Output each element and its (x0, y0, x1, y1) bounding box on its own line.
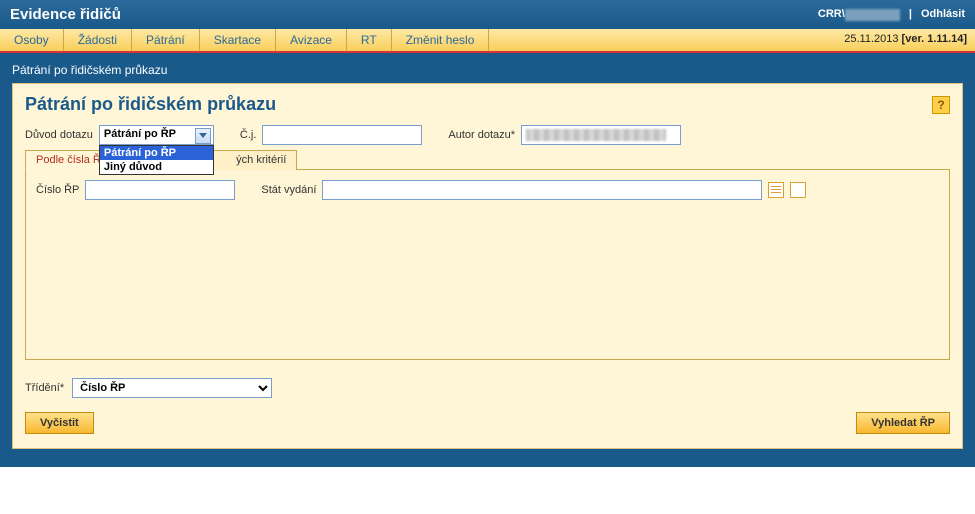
search-button[interactable]: Vyhledat ŘP (856, 412, 950, 434)
reason-dropdown[interactable]: Pátrání po ŘP Pátrání po ŘP Jiný důvod (99, 125, 214, 145)
menu-zadosti[interactable]: Žádosti (64, 29, 132, 51)
username (845, 9, 900, 21)
action-row: Vyčistit Vyhledat ŘP (25, 412, 950, 434)
separator: | (909, 8, 912, 20)
stat-vydani-label: Stát vydání (261, 184, 316, 196)
cj-label: Č.j. (240, 129, 257, 141)
menu-bar: Osoby Žádosti Pátrání Skartace Avizace R… (0, 29, 975, 53)
breadcrumb: Pátrání po řidičském průkazu (12, 63, 963, 77)
logout-link[interactable]: Odhlásit (921, 8, 965, 20)
version-label: [ver. 1.11.14] (902, 33, 967, 45)
reason-label: Důvod dotazu (25, 129, 93, 141)
date-label: 25.11.2013 (844, 33, 898, 45)
query-row: Důvod dotazu Pátrání po ŘP Pátrání po ŘP… (25, 125, 950, 145)
reason-option-1[interactable]: Pátrání po ŘP (100, 146, 213, 160)
sort-row: Třídění* Číslo ŘP (25, 378, 950, 398)
author-value (526, 129, 666, 141)
menu-patrani[interactable]: Pátrání (132, 29, 200, 51)
lookup-icon[interactable] (768, 182, 784, 198)
cislo-rp-label: Číslo ŘP (36, 184, 79, 196)
menu-items: Osoby Žádosti Pátrání Skartace Avizace R… (0, 29, 489, 51)
panel-header: Pátrání po řidičském průkazu ? (25, 94, 950, 115)
menu-skartace[interactable]: Skartace (200, 29, 276, 51)
stat-vydani-input[interactable] (322, 180, 762, 200)
version-area: 25.11.2013 [ver. 1.11.14] (836, 29, 975, 51)
menu-osoby[interactable]: Osoby (0, 29, 64, 51)
app-title: Evidence řidičů (10, 6, 121, 23)
user-prefix: CRR\ (818, 8, 845, 20)
panel-title: Pátrání po řidičském průkazu (25, 94, 276, 115)
clear-button[interactable]: Vyčistit (25, 412, 94, 434)
author-label: Autor dotazu* (448, 129, 515, 141)
reason-dropdown-list: Pátrání po ŘP Jiný důvod (99, 145, 214, 175)
cj-input[interactable] (262, 125, 422, 145)
menu-rt[interactable]: RT (347, 29, 392, 51)
clear-field-icon[interactable] (790, 182, 806, 198)
menu-zmenit-heslo[interactable]: Změnit heslo (392, 29, 490, 51)
reason-dropdown-display[interactable]: Pátrání po ŘP (99, 125, 214, 145)
cislo-rp-input[interactable] (85, 180, 235, 200)
tab1-label: Podle čísla ŘP (36, 154, 108, 166)
tab-body: Číslo ŘP Stát vydání (25, 170, 950, 360)
main-panel: Pátrání po řidičském průkazu ? Důvod dot… (12, 83, 963, 449)
menu-avizace[interactable]: Avizace (276, 29, 347, 51)
user-area: CRR\ | Odhlásit (818, 8, 965, 20)
app-header: Evidence řidičů CRR\ | Odhlásit (0, 0, 975, 29)
reason-option-2[interactable]: Jiný důvod (100, 160, 213, 174)
sort-select[interactable]: Číslo ŘP (72, 378, 272, 398)
sort-label: Třídění* (25, 382, 64, 394)
tab2-label-partial: ých kritérií (236, 154, 286, 166)
author-display (521, 125, 681, 145)
help-button[interactable]: ? (932, 96, 950, 114)
content-area: Pátrání po řidičském průkazu Pátrání po … (0, 53, 975, 467)
search-fields-row: Číslo ŘP Stát vydání (36, 180, 939, 200)
